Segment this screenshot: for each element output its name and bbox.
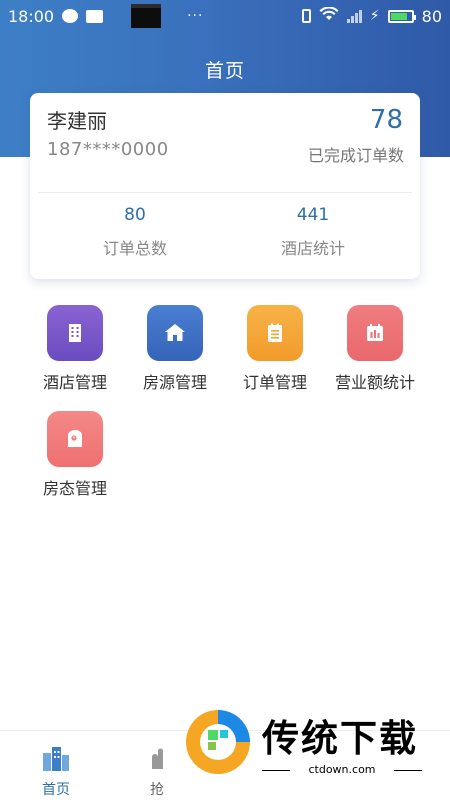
watermark: 传统下载 ctdown.com [178,700,428,780]
menu-label: 订单管理 [242,373,307,392]
menu-item-hotel-management[interactable]: 酒店管理 [25,305,125,393]
house-icon [147,305,203,361]
vibrate-icon [301,9,311,23]
user-phone: 187****0000 [47,139,169,160]
tab-home[interactable]: 首页 [36,745,76,799]
tab-label: 首页 [42,782,70,798]
signal-icon [346,9,362,23]
tab-grab-order[interactable]: 抢 [137,745,177,799]
status-right: ⚡ 80 [301,6,442,26]
tab-label: 抢 [150,782,164,798]
watermark-text: 传统下载 [262,717,418,760]
wifi-icon [319,6,339,25]
stat-value: 441 [296,205,330,225]
order-list-icon [247,305,303,361]
room-status-icon [47,411,103,467]
menu-item-house-management[interactable]: 房源管理 [125,305,225,393]
battery-icon [387,9,416,23]
menu-label: 房态管理 [42,479,107,498]
stat-value: 80 [124,205,146,225]
menu-item-revenue-statistics[interactable]: 营业额统计 [325,305,425,393]
message-icon [86,9,104,23]
card-divider [38,192,412,193]
stat-hotel-statistics[interactable]: 441 酒店统计 [238,205,388,259]
menu-label: 房源管理 [142,373,207,392]
chat-bubble-icon [62,9,79,23]
completed-orders-count[interactable]: 78 [370,105,403,135]
video-app-icon [131,4,162,28]
status-left: 18:00 ··· [8,4,203,28]
completed-orders-label: 已完成订单数 [307,146,404,165]
stat-label: 订单总数 [102,239,167,258]
grab-icon [144,745,170,775]
menu-label: 酒店管理 [42,373,107,392]
hotel-icon [47,305,103,361]
more-notifications-icon: ··· [187,8,204,24]
page-title: 首页 [204,60,245,82]
user-name: 李建丽 [47,109,107,133]
battery-level: 80 [421,6,442,26]
charging-icon: ⚡ [369,8,380,24]
watermark-logo-icon [186,710,250,774]
function-menu-grid: 酒店管理 房源管理 订单管理 营业额统计 房态管理 [25,305,425,499]
calendar-chart-icon [347,305,403,361]
menu-item-room-status[interactable]: 房态管理 [25,411,125,499]
buildings-icon [41,745,71,775]
menu-label: 营业额统计 [334,373,415,392]
watermark-url: ctdown.com [262,763,422,776]
status-time: 18:00 [8,6,55,26]
user-info-card: 李建丽 187****0000 78 已完成订单数 80 订单总数 441 酒店… [30,93,420,279]
stat-label: 酒店统计 [280,239,345,258]
menu-item-order-management[interactable]: 订单管理 [225,305,325,393]
status-bar: 18:00 ··· ⚡ 80 [0,0,450,32]
stat-total-orders[interactable]: 80 订单总数 [60,205,210,259]
